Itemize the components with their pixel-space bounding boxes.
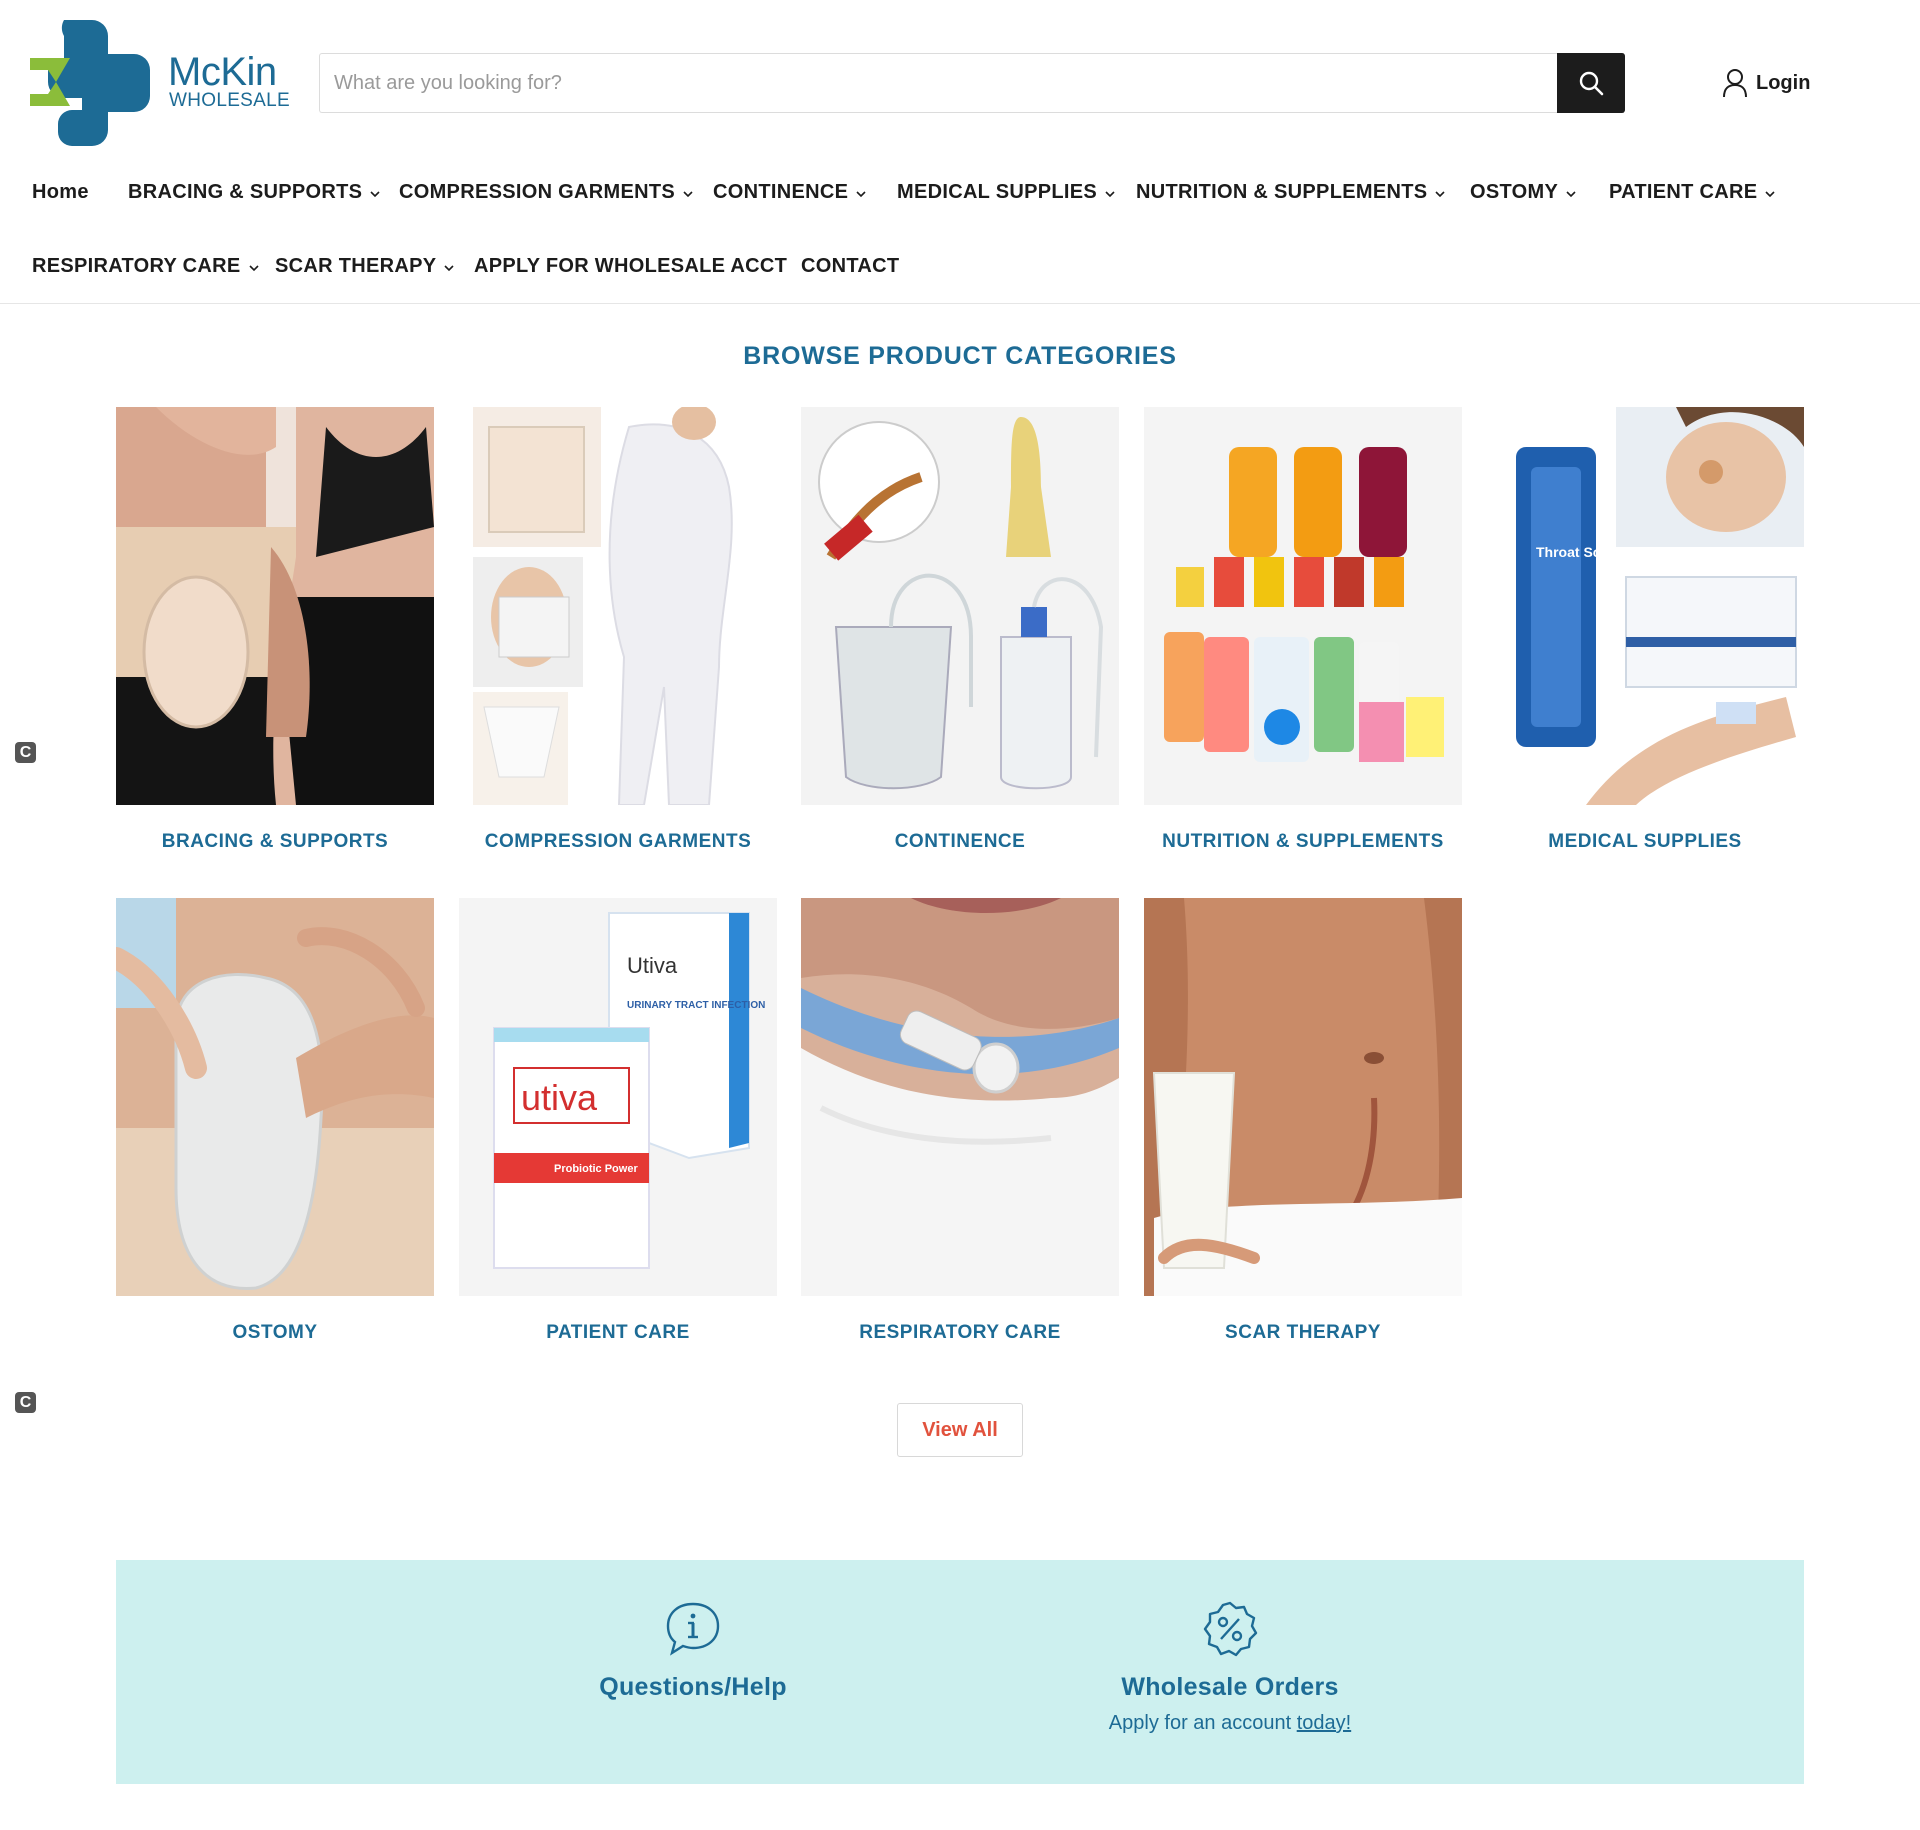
category-tile-continence[interactable]: CONTINENCE [801, 407, 1119, 867]
utiva-logo-text: utiva [521, 1077, 598, 1118]
nav-continence[interactable]: CONTINENCE [713, 181, 866, 204]
respiratory-care-image [801, 898, 1119, 1296]
nav-label: CONTACT [801, 255, 900, 277]
chevron-down-icon [1566, 190, 1576, 197]
user-icon [1723, 69, 1747, 98]
category-image [801, 407, 1119, 805]
category-image: Throat Scope [1486, 407, 1804, 805]
nav-label: SCAR THERAPY [275, 255, 437, 277]
wholesale-block: Wholesale Orders Apply for an account to… [1020, 1600, 1440, 1735]
nav-label: NUTRITION & SUPPLEMENTS [1136, 181, 1428, 203]
nav-contact[interactable]: CONTACT [801, 255, 899, 278]
nav-label: APPLY FOR WHOLESALE ACCT [474, 255, 788, 277]
side-widget-badge[interactable]: C [15, 1392, 36, 1413]
wholesale-subtext: Apply for an account today! [1020, 1712, 1440, 1735]
category-tile-medical-supplies[interactable]: Throat Scope MEDICAL SUPPLIES [1486, 407, 1804, 867]
category-image [459, 407, 777, 805]
chevron-down-icon [1435, 190, 1445, 197]
chevron-down-icon [1105, 190, 1115, 197]
nav-patient-care[interactable]: PATIENT CARE [1609, 181, 1775, 204]
category-tile-patient-care[interactable]: Utiva URINARY TRACT INFECTION utiva Prob… [459, 898, 777, 1358]
category-label: PATIENT CARE [546, 1322, 690, 1343]
nav-home[interactable]: Home [32, 181, 89, 204]
cross-logo-icon [30, 20, 150, 146]
ostomy-image [116, 898, 434, 1296]
login-label: Login [1756, 71, 1811, 94]
category-tile-compression-garments[interactable]: COMPRESSION GARMENTS [459, 407, 777, 867]
wholesale-text: Apply for an account [1108, 1712, 1292, 1734]
category-image [1144, 407, 1462, 805]
brand-logo[interactable]: McKin WHOLESALE [30, 20, 290, 146]
nav-medical-supplies[interactable]: MEDICAL SUPPLIES [897, 181, 1115, 204]
site-header: McKin WHOLESALE Login Home BRACING & SUP… [0, 0, 1920, 304]
nav-label: CONTINENCE [713, 181, 849, 203]
category-label: BRACING & SUPPORTS [161, 831, 389, 852]
category-tile-ostomy[interactable]: OSTOMY [116, 898, 434, 1358]
brand-subtitle: WHOLESALE [169, 90, 290, 111]
throat-scope-text: Throat Scope [1536, 544, 1626, 560]
help-title: Questions/Help [599, 1673, 787, 1701]
category-tile-bracing-supports[interactable]: BRACING & SUPPORTS [116, 407, 434, 867]
search-button[interactable] [1557, 53, 1625, 113]
category-image [116, 407, 434, 805]
category-label: CONTINENCE [894, 831, 1026, 852]
uti-test-text: URINARY TRACT INFECTION [627, 1000, 765, 1011]
nav-label: PATIENT CARE [1609, 181, 1758, 203]
category-tile-respiratory-care[interactable]: RESPIRATORY CARE [801, 898, 1119, 1358]
nutrition-supplements-image [1144, 407, 1462, 805]
nav-apply-wholesale[interactable]: APPLY FOR WHOLESALE ACCT [474, 255, 787, 278]
section-title: BROWSE PRODUCT CATEGORIES [743, 342, 1177, 370]
chevron-down-icon [856, 190, 866, 197]
info-band: Questions/Help Wholesale Orders Apply fo… [116, 1560, 1804, 1784]
patient-care-image: Utiva URINARY TRACT INFECTION utiva Prob… [459, 898, 777, 1296]
nav-label: COMPRESSION GARMENTS [399, 181, 676, 203]
nav-compression-garments[interactable]: COMPRESSION GARMENTS [399, 181, 693, 204]
search-icon [1579, 71, 1604, 96]
nav-label: MEDICAL SUPPLIES [897, 181, 1098, 203]
nav-label: RESPIRATORY CARE [32, 255, 241, 277]
category-tile-scar-therapy[interactable]: SCAR THERAPY [1144, 898, 1462, 1358]
category-label: OSTOMY [232, 1322, 318, 1343]
side-widget-badge[interactable]: C [15, 742, 36, 763]
probiotic-text: Probiotic Power [554, 1163, 638, 1175]
category-image [801, 898, 1119, 1296]
info-chat-icon [666, 1602, 720, 1656]
nav-home-label: Home [32, 181, 89, 203]
nav-respiratory-care[interactable]: RESPIRATORY CARE [32, 255, 259, 278]
medical-supplies-image: Throat Scope [1486, 407, 1804, 805]
utiva-box-text: Utiva [627, 953, 678, 978]
chevron-down-icon [683, 190, 693, 197]
wholesale-title: Wholesale Orders [1121, 1673, 1339, 1701]
scar-therapy-image [1144, 898, 1462, 1296]
continence-image [801, 407, 1119, 805]
nav-scar-therapy[interactable]: SCAR THERAPY [275, 255, 454, 278]
category-label: MEDICAL SUPPLIES [1548, 831, 1742, 852]
nav-bracing-supports[interactable]: BRACING & SUPPORTS [128, 181, 380, 204]
discount-badge-icon [1203, 1601, 1258, 1657]
category-label: NUTRITION & SUPPLEMENTS [1162, 831, 1444, 852]
category-image [116, 898, 434, 1296]
category-label: SCAR THERAPY [1225, 1322, 1381, 1343]
nav-label: OSTOMY [1470, 181, 1559, 203]
nav-ostomy[interactable]: OSTOMY [1470, 181, 1576, 204]
help-block[interactable]: Questions/Help [483, 1600, 903, 1702]
category-tile-nutrition-supplements[interactable]: NUTRITION & SUPPLEMENTS [1144, 407, 1462, 867]
chevron-down-icon [370, 190, 380, 197]
login-link[interactable]: Login [1722, 66, 1810, 100]
chevron-down-icon [1765, 190, 1775, 197]
category-image: Utiva URINARY TRACT INFECTION utiva Prob… [459, 898, 777, 1296]
view-all-button[interactable]: View All [897, 1403, 1023, 1457]
search-input[interactable] [319, 53, 1624, 113]
nav-nutrition-supplements[interactable]: NUTRITION & SUPPLEMENTS [1136, 181, 1445, 204]
bracing-supports-image [116, 407, 434, 805]
nav-label: BRACING & SUPPORTS [128, 181, 363, 203]
chevron-down-icon [248, 264, 259, 271]
brand-name: McKin [168, 50, 277, 94]
chevron-down-icon [444, 264, 454, 271]
category-label: RESPIRATORY CARE [859, 1322, 1061, 1343]
category-label: COMPRESSION GARMENTS [484, 831, 752, 852]
apply-today-link[interactable]: today! [1297, 1712, 1351, 1734]
compression-garments-image [459, 407, 777, 805]
category-image [1144, 898, 1462, 1296]
